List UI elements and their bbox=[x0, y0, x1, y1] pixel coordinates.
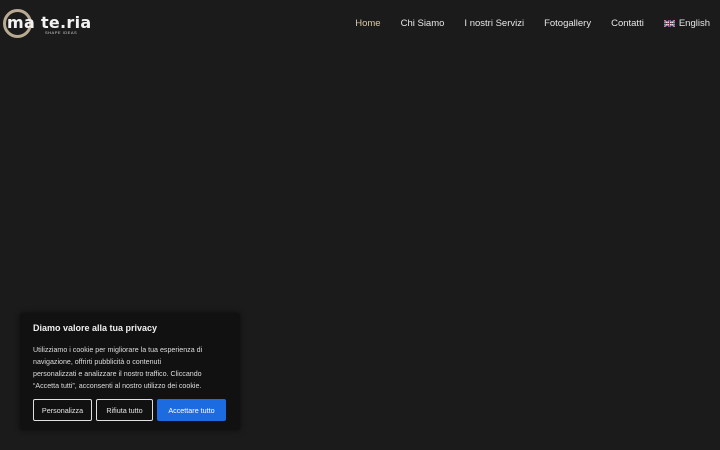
nav-item-contatti[interactable]: Contatti bbox=[611, 18, 644, 29]
site-header: ma te.ria SHAPE IDEAS Home Chi Siamo I n… bbox=[0, 0, 720, 50]
nav-item-fotogallery[interactable]: Fotogallery bbox=[544, 18, 591, 29]
language-switcher[interactable]: English bbox=[663, 18, 710, 29]
site-logo[interactable]: ma te.ria SHAPE IDEAS bbox=[3, 7, 93, 45]
language-label: English bbox=[678, 18, 710, 29]
accept-all-button[interactable]: Accettare tutto bbox=[157, 399, 226, 421]
cookie-buttons: Personalizza Rifiuta tutto Accettare tut… bbox=[33, 399, 227, 421]
cookie-title: Diamo valore alla tua privacy bbox=[33, 323, 158, 333]
nav-item-chi-siamo[interactable]: Chi Siamo bbox=[401, 18, 445, 29]
nav-item-servizi[interactable]: I nostri Servizi bbox=[464, 18, 524, 29]
main-nav: Home Chi Siamo I nostri Servizi Fotogall… bbox=[335, 18, 710, 29]
uk-flag-icon bbox=[663, 20, 675, 27]
logo-tagline: SHAPE IDEAS bbox=[45, 30, 78, 35]
page: ma te.ria SHAPE IDEAS Home Chi Siamo I n… bbox=[0, 0, 720, 450]
nav-item-home[interactable]: Home bbox=[355, 18, 380, 29]
customize-button[interactable]: Personalizza bbox=[33, 399, 92, 421]
cookie-consent-banner: Diamo valore alla tua privacy Utilizziam… bbox=[20, 313, 240, 430]
cookie-text: Utilizziamo i cookie per migliorare la t… bbox=[33, 346, 203, 390]
reject-all-button[interactable]: Rifiuta tutto bbox=[96, 399, 153, 421]
